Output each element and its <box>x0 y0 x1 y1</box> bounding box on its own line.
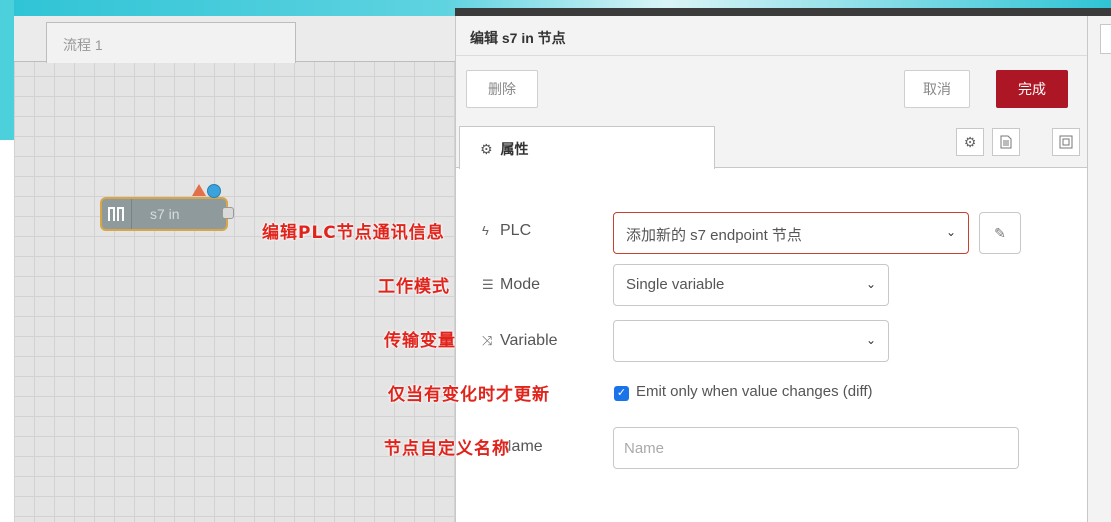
tab-flow-1-label: 流程 1 <box>63 37 103 53</box>
workspace-tabbar: 流程 1 <box>14 16 455 63</box>
top-dark-bar <box>455 8 1111 16</box>
mode-select-value: Single variable <box>626 276 725 293</box>
tab-flow-1[interactable]: 流程 1 <box>46 22 296 63</box>
bolt-icon: ϟ <box>482 223 489 238</box>
chevron-down-icon: ⌄ <box>945 225 956 239</box>
plc-label-text: PLC <box>500 222 532 239</box>
chevron-down-icon: ⌄ <box>865 277 876 291</box>
done-button[interactable]: 完成 <box>996 70 1068 108</box>
node-output-port[interactable] <box>222 207 234 219</box>
variable-label-text: Variable <box>500 332 558 349</box>
description-tab-button[interactable] <box>992 128 1020 156</box>
node-editor-panel: 编辑 s7 in 节点 删除 取消 完成 ⚙ 属性 ⚙ ϟ PLC 添加新的 s… <box>455 16 1088 522</box>
delete-button[interactable]: 删除 <box>466 70 538 108</box>
tab-properties[interactable]: ⚙ 属性 <box>459 126 715 169</box>
editor-title: 编辑 s7 in 节点 <box>456 16 1088 56</box>
node-icon-area <box>102 199 132 229</box>
frame-icon <box>1059 135 1073 149</box>
plc-select[interactable]: 添加新的 s7 endpoint 节点 ⌄ <box>613 212 969 254</box>
editor-tabs: ⚙ 属性 ⚙ <box>456 122 1088 169</box>
name-input[interactable] <box>613 427 1019 469</box>
diff-checkbox-label[interactable]: Emit only when value changes (diff) <box>636 383 873 400</box>
editor-toolbar: 删除 取消 完成 <box>456 56 1088 122</box>
mode-label-text: Mode <box>500 276 541 293</box>
right-sidebar-tab[interactable] <box>1100 24 1111 54</box>
variable-field-label: ⤨ Variable <box>482 332 558 350</box>
node-label: s7 in <box>150 206 180 222</box>
diff-checkbox[interactable]: ✓ <box>614 386 629 401</box>
mode-field-label: ☰ Mode <box>482 276 540 294</box>
warning-triangle-icon <box>192 184 206 196</box>
mode-select[interactable]: Single variable ⌄ <box>613 264 889 306</box>
plc-field-label: ϟ PLC <box>482 222 531 240</box>
shuffle-icon: ⤨ <box>482 333 493 348</box>
pencil-icon: ✎ <box>994 225 1006 241</box>
right-sidebar-edge <box>1087 16 1111 522</box>
plc-select-value: 添加新的 s7 endpoint 节点 <box>626 227 802 244</box>
variable-select[interactable]: ⌄ <box>613 320 889 362</box>
settings-tab-button[interactable]: ⚙ <box>956 128 984 156</box>
pulse-icon <box>108 207 124 221</box>
chevron-down-icon: ⌄ <box>865 333 876 347</box>
tab-properties-label: 属性 <box>500 141 529 157</box>
cancel-button[interactable]: 取消 <box>904 70 970 108</box>
annotation-variable: 传输变量 <box>384 331 456 351</box>
gear-icon: ⚙ <box>480 141 493 157</box>
annotation-plc: 编辑PLC节点通讯信息 <box>262 223 445 243</box>
status-dot-icon <box>207 184 221 198</box>
s7-in-node[interactable]: s7 in <box>100 197 228 231</box>
sliders-icon: ☰ <box>482 277 494 292</box>
annotation-diff: 仅当有变化时才更新 <box>388 385 550 405</box>
annotation-name: 节点自定义名称 <box>384 439 510 459</box>
left-accent-bar <box>0 0 14 140</box>
annotation-mode: 工作模式 <box>378 277 450 297</box>
gear-icon: ⚙ <box>963 134 977 150</box>
document-icon <box>1000 135 1012 149</box>
edit-plc-button[interactable]: ✎ <box>979 212 1021 254</box>
appearance-tab-button[interactable] <box>1052 128 1080 156</box>
